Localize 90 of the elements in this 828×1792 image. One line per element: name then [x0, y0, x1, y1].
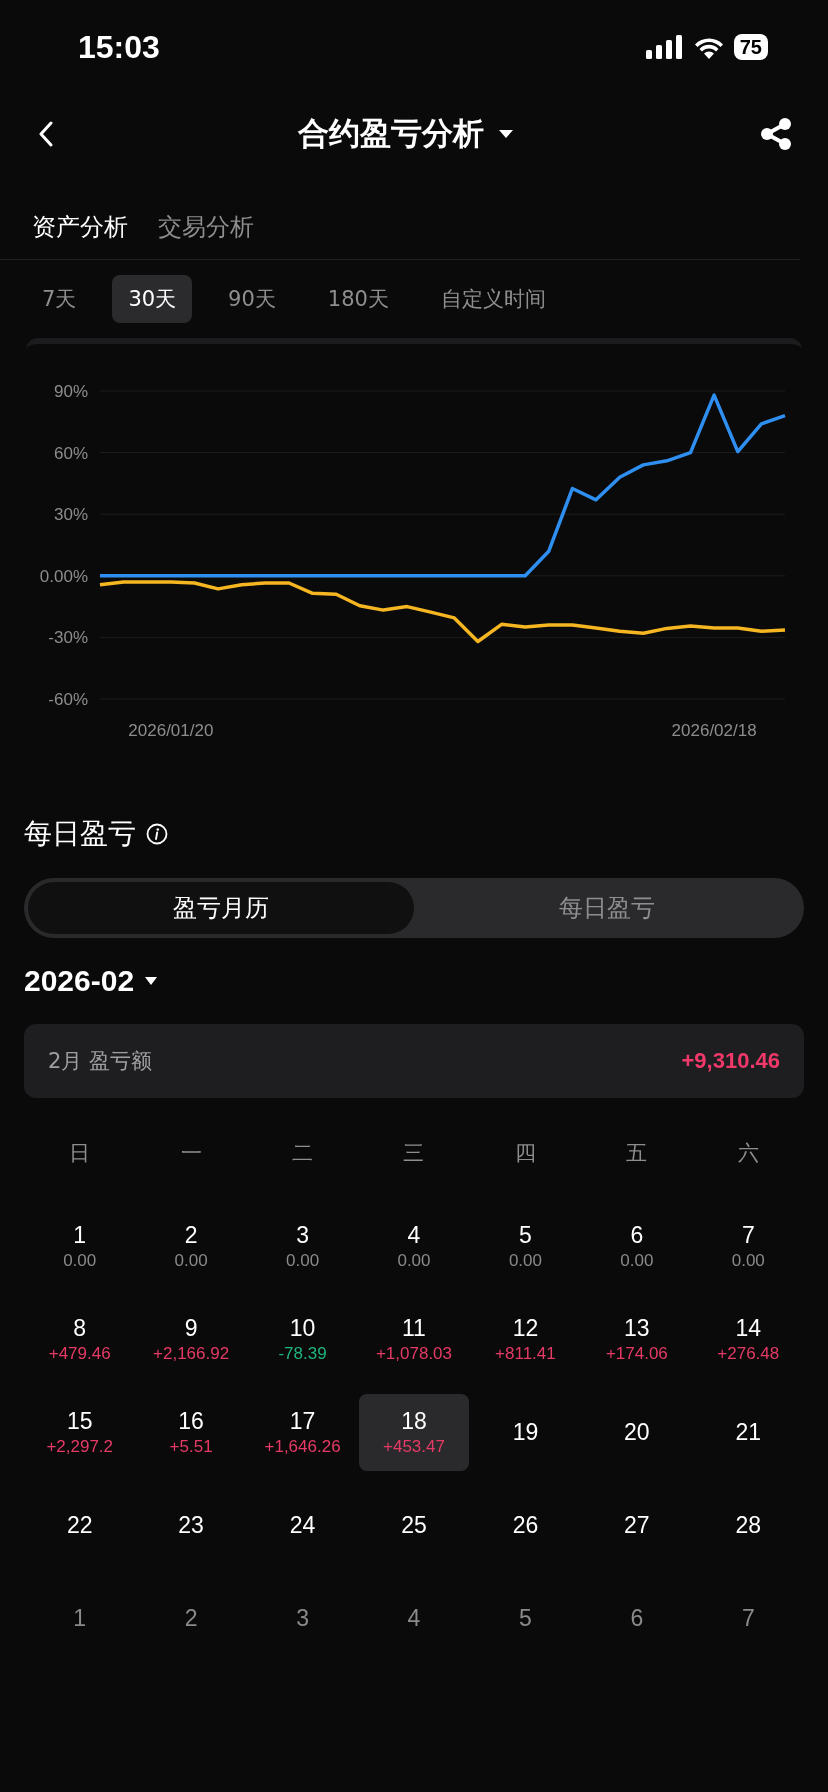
- calendar-day[interactable]: 21: [693, 1394, 804, 1471]
- calendar-day[interactable]: 12 +811.41: [470, 1301, 581, 1378]
- back-icon[interactable]: [38, 121, 54, 147]
- signal-icon: [645, 35, 684, 59]
- period-chip[interactable]: 自定义时间: [424, 275, 562, 323]
- day-value: +1,646.26: [264, 1437, 341, 1457]
- day-value: -78.39: [278, 1344, 327, 1364]
- day-value: 0.00: [286, 1251, 320, 1271]
- share-icon[interactable]: [758, 116, 794, 152]
- calendar-day[interactable]: 3: [247, 1580, 358, 1657]
- day-value: +453.47: [383, 1437, 445, 1457]
- calendar-day[interactable]: 7 0.00: [693, 1208, 804, 1285]
- period-chip[interactable]: 30天: [112, 275, 193, 323]
- calendar-day[interactable]: 18 +453.47: [359, 1394, 469, 1471]
- calendar-day[interactable]: 20: [581, 1394, 692, 1471]
- day-value: +2,297.2: [46, 1437, 114, 1457]
- calendar-day[interactable]: 27: [581, 1487, 692, 1564]
- info-icon[interactable]: [146, 823, 168, 845]
- caret-icon[interactable]: [144, 976, 159, 986]
- calendar-day[interactable]: 2 0.00: [136, 1208, 247, 1285]
- calendar-day[interactable]: 5 0.00: [470, 1208, 581, 1285]
- calendar-day[interactable]: 8 +479.46: [24, 1301, 135, 1378]
- day-value: 0.00: [63, 1251, 97, 1271]
- month-selector[interactable]: 2026-02: [24, 964, 135, 998]
- section-title: 每日盈亏: [24, 816, 136, 852]
- x-axis-label: 2026/02/18: [671, 721, 757, 740]
- segment-tab[interactable]: 每日盈亏: [414, 882, 800, 934]
- calendar-day[interactable]: 22: [24, 1487, 135, 1564]
- calendar-day[interactable]: 25: [359, 1487, 469, 1564]
- calendar-day[interactable]: 15 +2,297.2: [24, 1394, 135, 1471]
- battery-indicator: 75: [733, 34, 768, 60]
- calendar-day[interactable]: 10 -78.39: [247, 1301, 358, 1378]
- calendar-day[interactable]: 6: [581, 1580, 692, 1657]
- weekday-label: 三: [402, 1140, 426, 1167]
- y-axis-label: -60%: [48, 690, 88, 709]
- tab[interactable]: 交易分析: [158, 210, 254, 243]
- weekday-label: 日: [68, 1140, 92, 1167]
- day-value: 0.00: [731, 1251, 765, 1271]
- day-value: 0.00: [174, 1251, 208, 1271]
- day-value: +1,078.03: [375, 1344, 453, 1364]
- calendar-day[interactable]: 24: [247, 1487, 358, 1564]
- status-time: 15:03: [78, 28, 160, 66]
- day-value: 0.00: [397, 1251, 431, 1271]
- day-value: +276.48: [717, 1344, 780, 1364]
- summary-value: +9,310.46: [681, 1048, 780, 1074]
- period-chip[interactable]: 7天: [26, 275, 93, 323]
- period-chip[interactable]: 180天: [311, 275, 405, 323]
- calendar-day[interactable]: 1: [24, 1580, 135, 1657]
- calendar-day[interactable]: 4: [359, 1580, 469, 1657]
- calendar-day[interactable]: 2: [136, 1580, 247, 1657]
- calendar-day[interactable]: 16 +5.51: [136, 1394, 247, 1471]
- y-axis-label: 30%: [53, 505, 88, 525]
- period-chip[interactable]: 90天: [212, 275, 292, 323]
- page-title[interactable]: 合约盈亏分析: [298, 113, 484, 155]
- summary-label: 2月 盈亏额: [48, 1048, 153, 1075]
- weekday-label: 一: [179, 1140, 203, 1167]
- calendar-day[interactable]: 3 0.00: [247, 1208, 358, 1285]
- calendar-day[interactable]: 5: [470, 1580, 581, 1657]
- calendar-day[interactable]: 28: [693, 1487, 804, 1564]
- day-value: +174.06: [605, 1344, 668, 1364]
- calendar-day[interactable]: 13 +174.06: [581, 1301, 692, 1378]
- calendar-day[interactable]: 1 0.00: [24, 1208, 135, 1285]
- weekday-label: 二: [291, 1140, 315, 1167]
- day-value: 0.00: [508, 1251, 542, 1271]
- weekday-label: 四: [513, 1140, 537, 1167]
- calendar-day[interactable]: 19: [470, 1394, 581, 1471]
- y-axis-label: -30%: [48, 628, 88, 648]
- tab[interactable]: 资产分析: [32, 210, 128, 243]
- day-value: +5.51: [169, 1437, 213, 1457]
- calendar-day[interactable]: 11 +1,078.03: [359, 1301, 469, 1378]
- y-axis-label: 0.00%: [39, 566, 88, 586]
- x-axis-label: 2026/01/20: [128, 721, 214, 740]
- day-value: +811.41: [495, 1344, 556, 1364]
- calendar-day[interactable]: 26: [470, 1487, 581, 1564]
- calendar-day[interactable]: 17 +1,646.26: [247, 1394, 358, 1471]
- weekday-label: 五: [625, 1140, 649, 1167]
- caret-icon[interactable]: [498, 129, 514, 139]
- calendar-day[interactable]: 23: [136, 1487, 247, 1564]
- day-value: +479.46: [48, 1344, 111, 1364]
- calendar-day[interactable]: 4 0.00: [359, 1208, 469, 1285]
- segment-tab[interactable]: 盈亏月历: [28, 882, 414, 934]
- day-value: +2,166.92: [153, 1344, 230, 1364]
- weekday-label: 六: [736, 1140, 760, 1167]
- calendar-day[interactable]: 9 +2,166.92: [136, 1301, 247, 1378]
- calendar-day[interactable]: 6 0.00: [581, 1208, 692, 1285]
- calendar-day[interactable]: 14 +276.48: [693, 1301, 804, 1378]
- calendar-day[interactable]: 7: [693, 1580, 804, 1657]
- y-axis-label: 60%: [53, 443, 88, 463]
- day-value: 0.00: [620, 1251, 654, 1271]
- y-axis-label: 90%: [53, 382, 88, 401]
